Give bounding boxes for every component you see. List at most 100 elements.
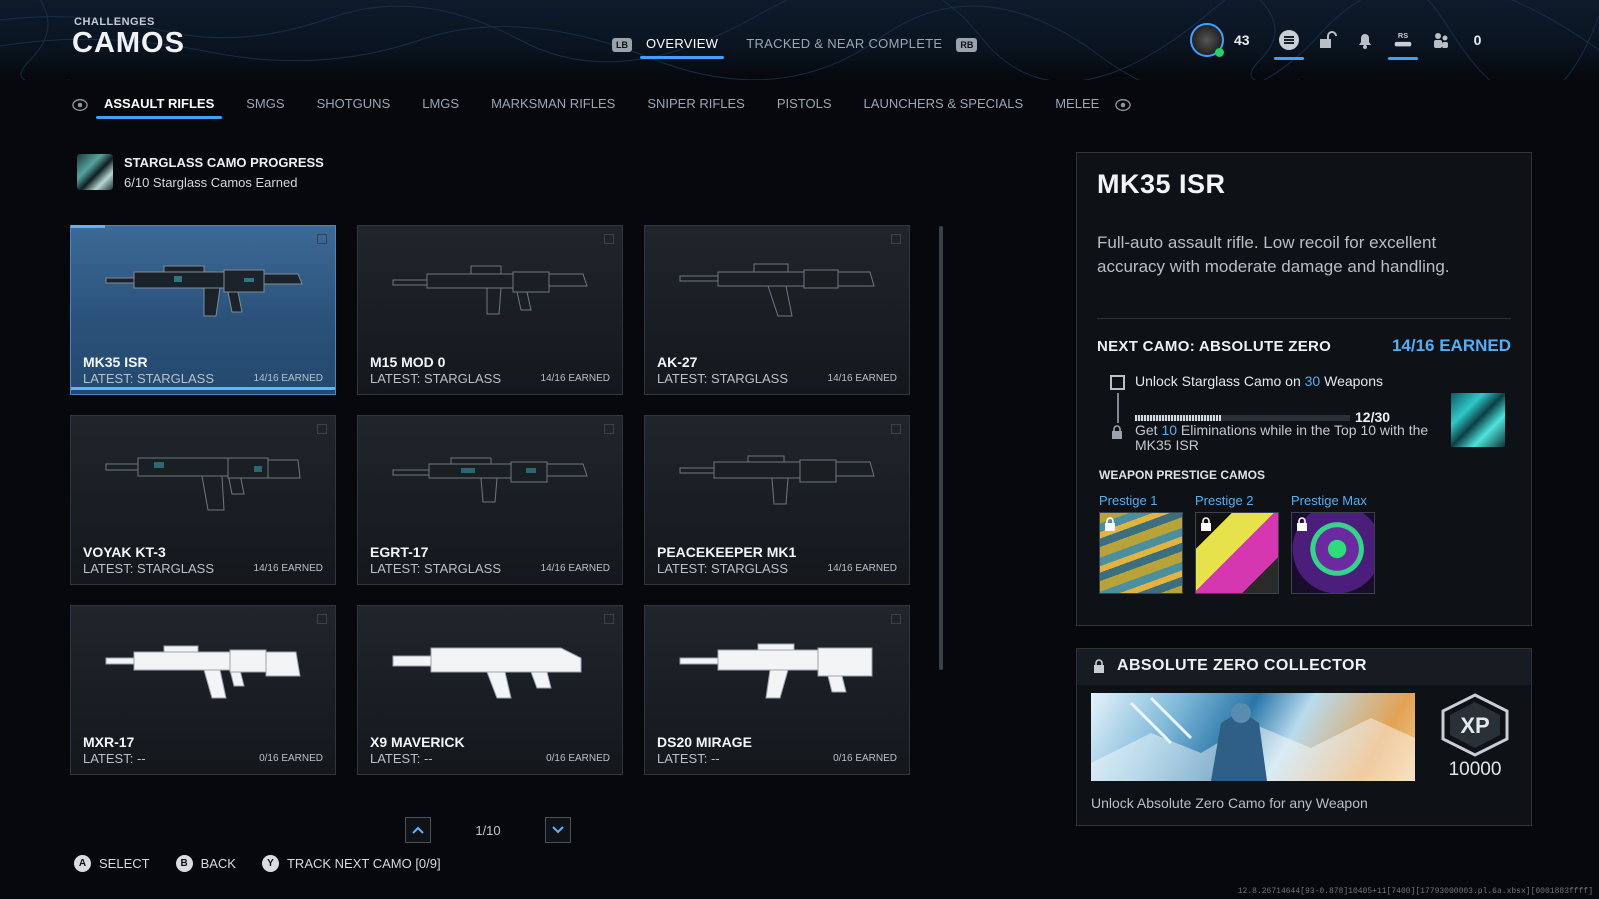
starglass-camo-icon: [77, 154, 113, 190]
category-launchers-specials[interactable]: LAUNCHERS & SPECIALS: [864, 92, 1024, 119]
lock-icon: [1112, 425, 1122, 439]
tab-overview[interactable]: OVERVIEW: [639, 32, 725, 59]
weapon-latest-camo: LATEST: STARGLASS: [83, 561, 215, 576]
left-bumper-hint[interactable]: LB: [612, 38, 632, 52]
detail-weapon-title: MK35 ISR: [1097, 169, 1226, 199]
track-next-camo-prompt[interactable]: Y TRACK NEXT CAMO [0/9]: [261, 854, 441, 872]
back-prompt[interactable]: B BACK: [175, 854, 236, 872]
weapon-name: AK-27: [657, 354, 698, 370]
weapon-card-ds20-mirage[interactable]: DS20 MIRAGE LATEST: -- 0/16 EARNED: [644, 605, 910, 775]
collector-header: ABSOLUTE ZERO COLLECTOR: [1077, 649, 1531, 685]
challenge-eliminations: Get 10 Eliminations while in the Top 10 …: [1135, 423, 1435, 453]
weapon-latest-camo: LATEST: STARGLASS: [657, 371, 789, 386]
weapon-card-voyak-kt-3[interactable]: VOYAK KT-3 LATEST: STARGLASS 14/16 EARNE…: [70, 415, 336, 585]
category-shotguns[interactable]: SHOTGUNS: [317, 92, 391, 119]
prestige-camo-image: [1291, 512, 1375, 594]
weapon-earned-count: 14/16 EARNED: [540, 563, 610, 574]
challenge-target-count: 30: [1304, 373, 1321, 389]
weapon-rifle-icon: [105, 265, 303, 317]
weapon-name: PEACEKEEPER MK1: [657, 544, 797, 560]
right-stick-icon[interactable]: RS: [1387, 29, 1418, 60]
unlock-icon[interactable]: [1316, 29, 1338, 51]
prestige-camo-image: [1195, 512, 1279, 594]
category-smgs[interactable]: SMGS: [246, 92, 284, 119]
prestige-camo-max[interactable]: Prestige Max: [1291, 493, 1375, 594]
divider: [1097, 318, 1511, 319]
lock-icon: [1094, 659, 1104, 673]
card-corner-mark: [604, 234, 614, 244]
tab-tracked-near-complete[interactable]: TRACKED & NEAR COMPLETE: [746, 32, 942, 59]
weapon-latest-camo: LATEST: STARGLASS: [83, 371, 215, 386]
challenge-connector: [1117, 393, 1119, 423]
player-level: 43: [1234, 32, 1250, 48]
grid-scrollbar[interactable]: [939, 226, 943, 670]
weapon-rifle-icon: [392, 265, 588, 315]
weapon-name: EGRT-17: [370, 544, 429, 560]
weapon-earned-count: 14/16 EARNED: [827, 563, 897, 574]
card-corner-mark: [891, 614, 901, 624]
prestige-camo-2[interactable]: Prestige 2: [1195, 493, 1279, 594]
card-corner-mark: [604, 614, 614, 624]
challenge-unlock-starglass: Unlock Starglass Camo on 30 Weapons: [1135, 373, 1383, 389]
card-corner-mark: [317, 424, 327, 434]
chevron-down-icon: [552, 826, 564, 834]
page-down-button[interactable]: [545, 817, 571, 843]
weapon-earned-count: 0/16 EARNED: [833, 753, 897, 764]
weapon-card-peacekeeper-mk1[interactable]: PEACEKEEPER MK1 LATEST: STARGLASS 14/16 …: [644, 415, 910, 585]
right-bumper-hint[interactable]: RB: [956, 38, 978, 52]
weapon-card-egrt-17[interactable]: EGRT-17 LATEST: STARGLASS 14/16 EARNED: [357, 415, 623, 585]
right-stick-label: RS: [1397, 31, 1407, 40]
weapon-card-mxr-17[interactable]: MXR-17 LATEST: -- 0/16 EARNED: [70, 605, 336, 775]
back-label: BACK: [200, 855, 236, 871]
camo-progress-subtitle: 6/10 Starglass Camos Earned: [124, 175, 298, 190]
weapon-rifle-silhouette-icon: [105, 645, 301, 699]
collector-panel: ABSOLUTE ZERO COLLECTOR XP 10000 Unlock …: [1076, 648, 1532, 826]
weapon-rifle-icon: [392, 457, 588, 503]
weapon-earned-count: 14/16 EARNED: [827, 373, 897, 384]
category-marksman-rifles[interactable]: MARKSMAN RIFLES: [491, 92, 615, 119]
weapon-card-x9-maverick[interactable]: X9 MAVERICK LATEST: -- 0/16 EARNED: [357, 605, 623, 775]
pager: 1/10: [405, 817, 571, 843]
weapon-card-m15-mod-0[interactable]: M15 MOD 0 LATEST: STARGLASS 14/16 EARNED: [357, 225, 623, 395]
page-indicator: 1/10: [475, 822, 501, 838]
category-prev-icon[interactable]: [72, 97, 88, 113]
weapon-grid: MK35 ISR LATEST: STARGLASS 14/16 EARNED …: [70, 225, 910, 780]
prestige-label: Prestige Max: [1291, 493, 1367, 508]
card-corner-mark: [317, 234, 327, 244]
category-melee[interactable]: MELEE: [1055, 92, 1099, 119]
xp-badge-icon: XP: [1441, 693, 1509, 757]
menu-icon[interactable]: [1273, 29, 1304, 60]
notification-bell-icon[interactable]: [1354, 29, 1376, 51]
challenge-target-count: 10: [1161, 422, 1178, 438]
lock-icon: [1105, 517, 1115, 531]
category-sniper-rifles[interactable]: SNIPER RIFLES: [647, 92, 745, 119]
card-corner-mark: [604, 424, 614, 434]
weapon-rifle-icon: [679, 263, 875, 317]
page-up-button[interactable]: [405, 817, 431, 843]
weapon-card-ak-27[interactable]: AK-27 LATEST: STARGLASS 14/16 EARNED: [644, 225, 910, 395]
weapon-card-mk35-isr[interactable]: MK35 ISR LATEST: STARGLASS 14/16 EARNED: [70, 225, 336, 395]
weapon-name: VOYAK KT-3: [83, 544, 166, 560]
select-label: SELECT: [99, 855, 150, 871]
weapon-name: M15 MOD 0: [370, 354, 446, 370]
build-info-text: 12.8.26714644[93-0.878]10405+11[7400][17…: [1237, 887, 1593, 896]
category-lmgs[interactable]: LMGS: [422, 92, 459, 119]
card-corner-mark: [317, 614, 327, 624]
button-prompts: A SELECT B BACK Y TRACK NEXT CAMO [0/9]: [74, 852, 467, 874]
category-assault-rifles[interactable]: ASSAULT RIFLES: [95, 92, 223, 119]
player-avatar[interactable]: [1190, 23, 1224, 57]
prestige-camo-1[interactable]: Prestige 1: [1099, 493, 1183, 594]
weapon-rifle-icon: [105, 457, 301, 511]
select-prompt[interactable]: A SELECT: [74, 854, 150, 872]
weapon-name: MXR-17: [83, 734, 135, 750]
weapon-rifle-silhouette-icon: [392, 647, 582, 699]
challenge-text-suffix: Weapons: [1320, 373, 1383, 389]
weapon-latest-camo: LATEST: STARGLASS: [657, 561, 789, 576]
lock-icon: [1297, 517, 1307, 531]
challenge-checkbox[interactable]: [1110, 375, 1125, 390]
category-pistols[interactable]: PISTOLS: [777, 92, 832, 119]
category-next-icon[interactable]: [1115, 97, 1132, 113]
prestige-label: Prestige 1: [1099, 493, 1158, 508]
collector-description: Unlock Absolute Zero Camo for any Weapon: [1091, 795, 1368, 811]
social-party-icon[interactable]: [1430, 29, 1452, 51]
